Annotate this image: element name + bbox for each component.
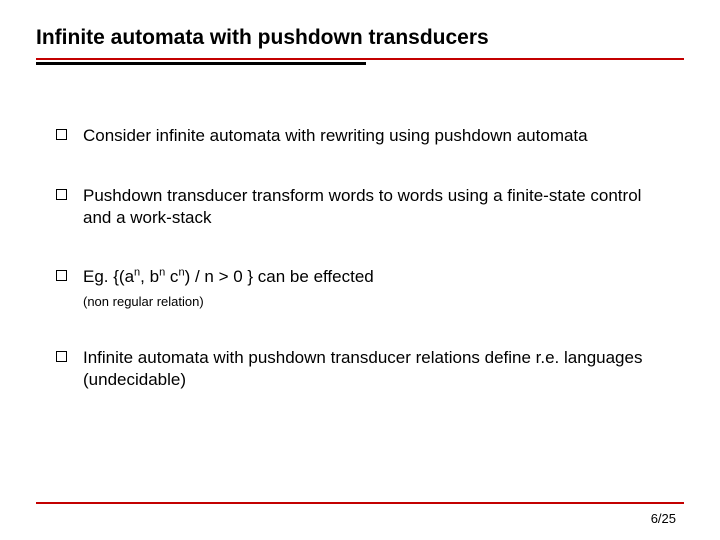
slide: Infinite automata with pushdown transduc…	[0, 0, 720, 540]
slide-title: Infinite automata with pushdown transduc…	[36, 26, 684, 56]
bullet-text: Consider infinite automata with rewritin…	[83, 125, 588, 147]
title-block: Infinite automata with pushdown transduc…	[36, 26, 684, 65]
content-area: Consider infinite automata with rewritin…	[36, 77, 684, 391]
bullet-text: Pushdown transducer transform words to w…	[83, 185, 674, 229]
bullet-text: Eg. {(an, bn cn) / n > 0 } can be effect…	[83, 266, 374, 288]
footer-rule	[36, 502, 684, 504]
bullet-text: Infinite automata with pushdown transduc…	[83, 347, 674, 391]
bullet-marker-icon	[56, 189, 67, 200]
text-fragment: ) / n > 0 } can be effected	[185, 267, 374, 286]
bullet-marker-icon	[56, 129, 67, 140]
text-fragment: c	[165, 267, 178, 286]
bullet-item: Eg. {(an, bn cn) / n > 0 } can be effect…	[56, 266, 674, 288]
page-number: 6/25	[651, 511, 676, 526]
bullet-marker-icon	[56, 351, 67, 362]
bullet-marker-icon	[56, 270, 67, 281]
text-fragment: , b	[140, 267, 159, 286]
bullet-item: Pushdown transducer transform words to w…	[56, 185, 674, 229]
title-rule-black	[36, 62, 366, 65]
text-fragment: Eg. {(a	[83, 267, 134, 286]
bullet-item: Infinite automata with pushdown transduc…	[56, 347, 674, 391]
bullet-subnote: (non regular relation)	[56, 294, 674, 309]
title-rule-red	[36, 58, 684, 60]
bullet-item: Consider infinite automata with rewritin…	[56, 125, 674, 147]
